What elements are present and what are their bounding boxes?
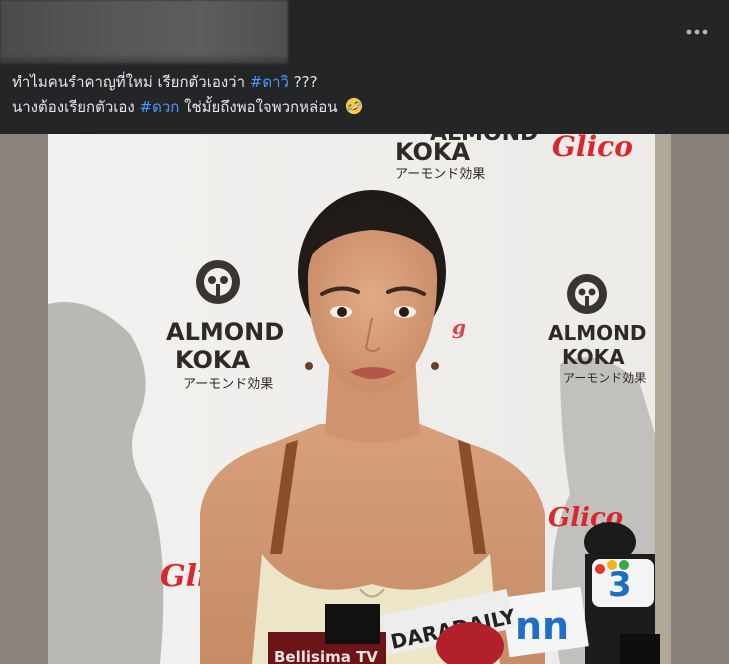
svg-text:KOKA: KOKA [562, 345, 625, 369]
svg-text:g: g [452, 315, 466, 339]
hashtag-link-dawi[interactable]: #ดาวิ [250, 73, 289, 91]
caption-line-2-suffix: ใช่มั้ยถึงพอใจพวกหล่อน [179, 98, 338, 116]
blurred-post-header [0, 0, 288, 64]
nn-mic-label: nn [515, 604, 569, 648]
caption-line-2: นางต้องเรียกตัวเอง #ดวก ใช่มั้ยถึงพอใจพว… [12, 95, 712, 120]
svg-text:ALMOND: ALMOND [548, 321, 646, 345]
svg-text:アーモンド効果: アーモンド効果 [183, 377, 273, 392]
post-photo[interactable]: ALMOND KOKA アーモンド効果 Glico ALMOND KOKA アー… [0, 134, 729, 664]
more-horizontal-icon [686, 29, 708, 35]
bellisima-mic-label: Bellisima TV [274, 648, 378, 664]
hashtag-link-duak[interactable]: #ดวก [140, 98, 180, 116]
svg-text:KOKA: KOKA [395, 138, 471, 166]
svg-text:アーモンド効果: アーモンド効果 [563, 370, 646, 385]
more-options-button[interactable] [683, 20, 711, 44]
channel-3-mic-label: 3 [608, 565, 632, 605]
svg-text:アーモンド効果: アーモンド効果 [395, 167, 485, 182]
photo-illustration: ALMOND KOKA アーモンド効果 Glico ALMOND KOKA アー… [0, 134, 729, 664]
post-caption: ทำไมคนรำคาญที่ใหม่ เรียกตัวเองว่า #ดาวิ … [12, 70, 712, 120]
rolling-on-floor-laughing-emoji [346, 97, 363, 115]
facebook-post: ทำไมคนรำคาญที่ใหม่ เรียกตัวเองว่า #ดาวิ … [0, 0, 729, 664]
caption-line-1-text: ทำไมคนรำคาญที่ใหม่ เรียกตัวเองว่า [12, 73, 250, 91]
glico-logo-top: Glico [552, 134, 633, 163]
caption-line-2-text: นางต้องเรียกตัวเอง [12, 98, 140, 116]
caption-line-1-suffix: ??? [288, 73, 318, 91]
svg-text:ALMOND: ALMOND [166, 318, 284, 346]
svg-text:KOKA: KOKA [175, 346, 251, 374]
caption-line-1: ทำไมคนรำคาญที่ใหม่ เรียกตัวเองว่า #ดาวิ … [12, 70, 712, 95]
